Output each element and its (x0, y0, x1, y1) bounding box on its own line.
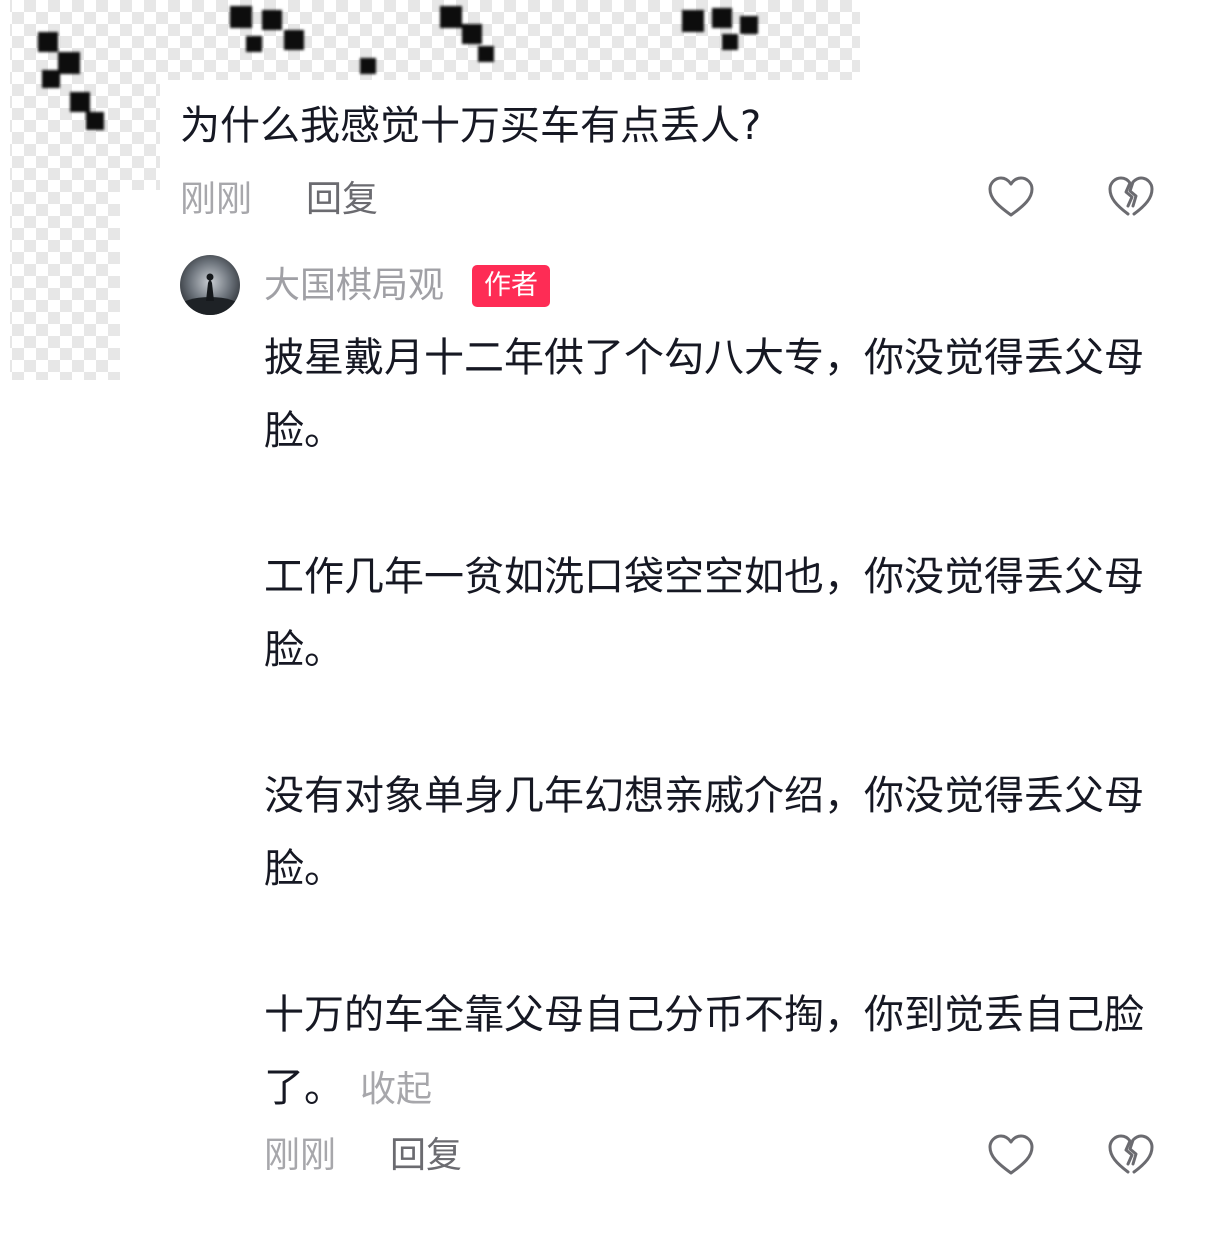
author-avatar[interactable] (180, 255, 240, 315)
reply-text: 披星戴月十二年供了个勾八大专，你没觉得丢父母脸。 工作几年一贫如洗口袋空空如也，… (264, 322, 1164, 1126)
author-badge: 作者 (472, 265, 550, 307)
reply-timestamp: 刚刚 (264, 1135, 337, 1176)
broken-heart-icon (1108, 1134, 1154, 1174)
dislike-button[interactable] (1106, 172, 1156, 222)
reply-button[interactable]: 回复 (306, 178, 378, 222)
like-button[interactable] (986, 172, 1036, 222)
comment-timestamp: 刚刚 (180, 179, 253, 220)
avatar-silhouette-icon (180, 255, 240, 315)
reply-paragraph: 没有对象单身几年幻想亲戚介绍，你没觉得丢父母脸。 (264, 773, 1144, 892)
dislike-button[interactable] (1106, 1130, 1156, 1180)
reply-paragraph: 工作几年一贫如洗口袋空空如也，你没觉得丢父母脸。 (264, 554, 1144, 673)
collapse-button[interactable]: 收起 (360, 1069, 432, 1110)
reply-paragraph-last: 十万的车全靠父母自己分币不掏，你到觉丢自己脸了。 收起 (264, 979, 1164, 1126)
like-button[interactable] (986, 1130, 1036, 1180)
heart-outline-icon (988, 1134, 1034, 1175)
author-name[interactable]: 大国棋局观 (264, 262, 444, 310)
reply-to-reply-button[interactable]: 回复 (390, 1134, 462, 1178)
reply-paragraph: 披星戴月十二年供了个勾八大专，你没觉得丢父母脸。 (264, 335, 1144, 454)
broken-heart-icon (1108, 176, 1154, 216)
heart-outline-icon (988, 176, 1034, 217)
comment-text: 为什么我感觉十万买车有点丢人? (180, 103, 762, 149)
